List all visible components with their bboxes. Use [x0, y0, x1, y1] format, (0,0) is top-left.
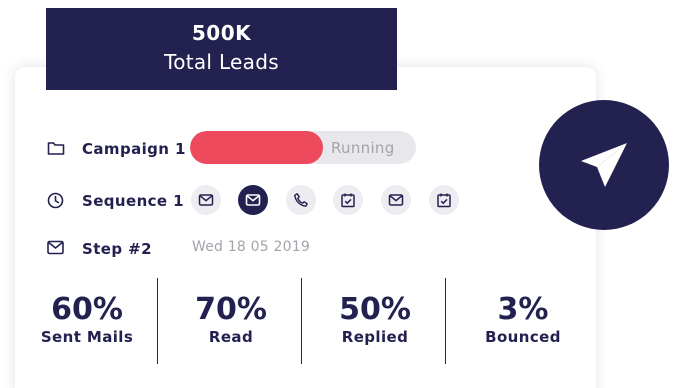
step-label: Step #2 — [82, 240, 152, 258]
mail-icon — [47, 240, 64, 259]
total-leads-value: 500K — [191, 21, 252, 45]
stat-replied: 50% Replied — [303, 278, 447, 366]
sequence-step-mail[interactable] — [381, 185, 411, 215]
stat-value: 3% — [497, 292, 549, 327]
stat-read: 70% Read — [159, 278, 303, 366]
sequence-step-calendar[interactable] — [333, 185, 363, 215]
folder-icon — [47, 140, 65, 160]
stat-divider — [157, 278, 158, 364]
mail-icon — [198, 194, 214, 206]
stat-value: 70% — [195, 292, 267, 327]
total-leads-label: Total Leads — [164, 50, 279, 74]
phone-icon — [294, 193, 308, 207]
step-date: Wed 18 05 2019 — [192, 239, 310, 255]
stat-label: Read — [208, 328, 254, 346]
stats-row: 60% Sent Mails 70% Read 50% Replied 3% B… — [15, 278, 596, 366]
paper-plane-icon — [581, 143, 627, 187]
campaign-status: Running — [331, 139, 395, 157]
sequence-step-phone[interactable] — [286, 185, 316, 215]
stat-value: 60% — [51, 292, 123, 327]
campaign-progress-bar: Running — [190, 131, 416, 164]
sequence-step-mail[interactable] — [191, 185, 221, 215]
send-button[interactable] — [539, 100, 669, 230]
sequence-label: Sequence 1 — [82, 192, 184, 210]
campaign-progress-fill — [190, 131, 324, 164]
stat-sent-mails: 60% Sent Mails — [15, 278, 159, 366]
stat-label: Sent Mails — [40, 328, 134, 346]
mail-icon — [245, 194, 261, 206]
stat-label: Replied — [341, 328, 409, 346]
stat-divider — [445, 278, 446, 364]
calendar-check-icon — [341, 193, 355, 208]
stat-divider — [301, 278, 302, 364]
page: 500K Total Leads Campaign 1 Running Sequ… — [0, 0, 676, 388]
calendar-check-icon — [437, 193, 451, 208]
stat-label: Bounced — [485, 328, 561, 346]
mail-icon — [388, 194, 404, 206]
sequence-step-mail-active[interactable] — [238, 185, 268, 215]
stat-value: 50% — [339, 292, 411, 327]
total-leads-box: 500K Total Leads — [46, 8, 397, 90]
sequence-step-calendar[interactable] — [429, 185, 459, 215]
clock-icon — [47, 192, 64, 213]
stat-bounced: 3% Bounced — [451, 278, 595, 366]
campaign-label: Campaign 1 — [82, 140, 186, 158]
